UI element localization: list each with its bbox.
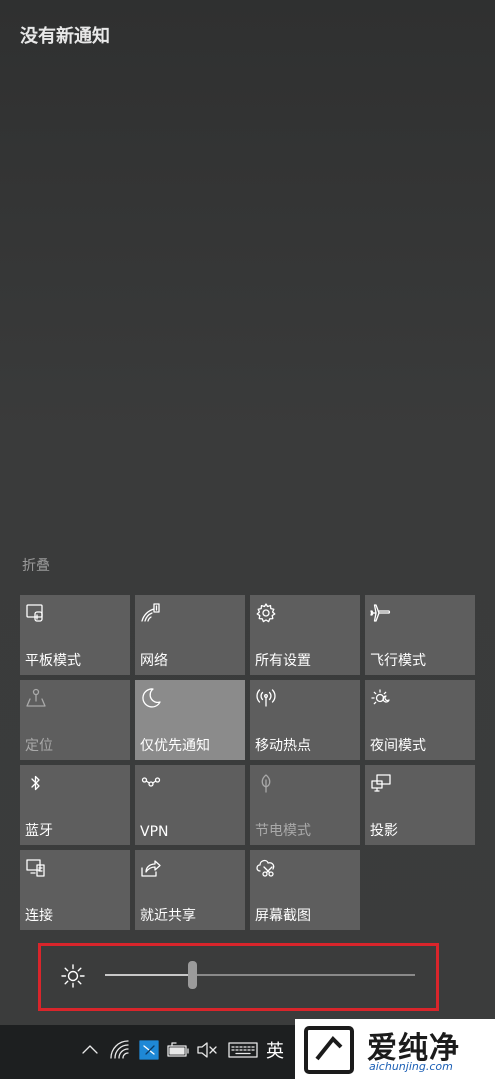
tile-night-light[interactable]: 夜间模式 bbox=[365, 680, 475, 760]
volume-muted-icon[interactable] bbox=[195, 1038, 219, 1062]
tile-label: 所有设置 bbox=[255, 653, 311, 669]
tablet-mode-icon bbox=[25, 602, 47, 624]
settings-gear-icon bbox=[255, 602, 277, 624]
tile-mobile-hotspot[interactable]: 移动热点 bbox=[250, 680, 360, 760]
app-tray-icon[interactable] bbox=[137, 1038, 161, 1062]
bluetooth-icon bbox=[25, 772, 47, 794]
tile-vpn[interactable]: VPN bbox=[135, 765, 245, 845]
tile-priority-only[interactable]: 仅优先通知 bbox=[135, 680, 245, 760]
tile-location[interactable]: 定位 bbox=[20, 680, 130, 760]
collapse-button[interactable]: 折叠 bbox=[22, 555, 50, 575]
brightness-slider-fill bbox=[105, 974, 192, 976]
watermark-logo-icon bbox=[303, 1025, 355, 1075]
tile-nearby-sharing[interactable]: 就近共享 bbox=[135, 850, 245, 930]
tile-battery-saver[interactable]: 节电模式 bbox=[250, 765, 360, 845]
hotspot-icon bbox=[255, 687, 277, 709]
night-light-icon bbox=[370, 687, 392, 709]
watermark-url: aichunjing.com bbox=[369, 1060, 453, 1073]
nearby-share-icon bbox=[140, 857, 162, 879]
tile-connect[interactable]: 连接 bbox=[20, 850, 130, 930]
watermark: 爱纯净 aichunjing.com bbox=[295, 1019, 495, 1079]
tile-project[interactable]: 投影 bbox=[365, 765, 475, 845]
tile-label: 网络 bbox=[140, 653, 168, 669]
quick-actions-grid: 平板模式 网络 所有设置 飞行模式 定位 仅优先通知 移动热点 夜间模式 蓝牙 … bbox=[20, 595, 475, 930]
tile-screen-snip[interactable]: 屏幕截图 bbox=[250, 850, 360, 930]
tile-label: 移动热点 bbox=[255, 738, 311, 754]
show-hidden-icons-chevron-icon[interactable] bbox=[78, 1038, 102, 1062]
moon-icon bbox=[140, 687, 162, 709]
tile-label: 节电模式 bbox=[255, 823, 311, 839]
tile-label: VPN bbox=[140, 824, 169, 840]
brightness-slider[interactable] bbox=[105, 961, 415, 989]
screen-snip-icon bbox=[255, 857, 277, 879]
tile-all-settings[interactable]: 所有设置 bbox=[250, 595, 360, 675]
vpn-icon bbox=[140, 772, 162, 794]
tile-label: 飞行模式 bbox=[370, 653, 426, 669]
keyboard-icon[interactable] bbox=[228, 1038, 258, 1062]
brightness-sun-icon bbox=[60, 963, 86, 989]
wifi-icon[interactable] bbox=[108, 1038, 132, 1062]
tile-label: 屏幕截图 bbox=[255, 908, 311, 924]
project-icon bbox=[370, 772, 392, 794]
location-icon bbox=[25, 687, 47, 709]
tile-label: 连接 bbox=[25, 908, 53, 924]
tile-bluetooth[interactable]: 蓝牙 bbox=[20, 765, 130, 845]
connect-icon bbox=[25, 857, 47, 879]
tile-label: 就近共享 bbox=[140, 908, 196, 924]
tile-label: 定位 bbox=[25, 738, 53, 754]
airplane-icon bbox=[370, 602, 392, 624]
tile-label: 夜间模式 bbox=[370, 738, 426, 754]
tile-tablet-mode[interactable]: 平板模式 bbox=[20, 595, 130, 675]
tile-network[interactable]: 网络 bbox=[135, 595, 245, 675]
battery-saver-icon bbox=[255, 772, 277, 794]
brightness-slider-thumb[interactable] bbox=[187, 961, 197, 989]
no-notifications-title: 没有新通知 bbox=[20, 26, 110, 47]
tile-label: 仅优先通知 bbox=[140, 738, 210, 754]
tile-label: 平板模式 bbox=[25, 653, 81, 669]
tile-label: 蓝牙 bbox=[25, 823, 53, 839]
battery-icon[interactable] bbox=[166, 1038, 190, 1062]
tile-airplane-mode[interactable]: 飞行模式 bbox=[365, 595, 475, 675]
brightness-control bbox=[38, 943, 439, 1011]
network-icon bbox=[140, 602, 162, 624]
empty-slot bbox=[365, 850, 475, 930]
input-method-indicator[interactable]: 英 bbox=[266, 1037, 284, 1063]
tile-label: 投影 bbox=[370, 823, 398, 839]
